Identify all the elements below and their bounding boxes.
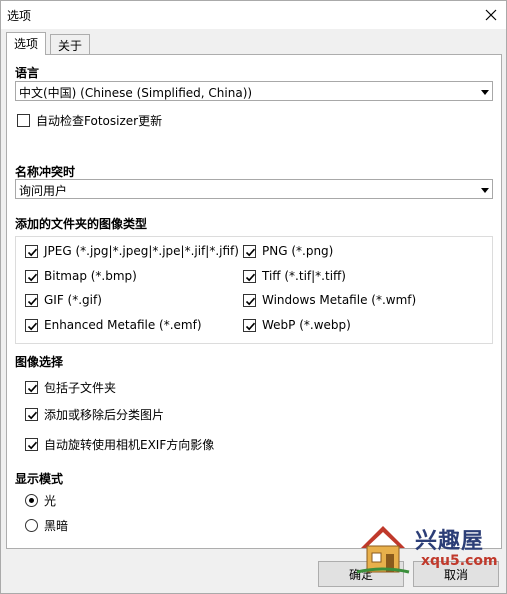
checkbox-box: [243, 293, 256, 307]
options-dialog: 选项 选项 关于 语言 中文(中国) (Chinese (Simplified,…: [0, 0, 507, 594]
house-logo-icon: [356, 526, 410, 574]
radio-circle: [25, 519, 38, 532]
name-conflict-selected: 询问用户: [19, 184, 68, 198]
close-icon: [485, 9, 497, 21]
chevron-down-icon: [479, 87, 490, 97]
checkmark-icon: [27, 297, 38, 305]
image-types-label: 添加的文件夹的图像类型: [15, 217, 148, 231]
image-type-label: PNG (*.png): [262, 244, 334, 258]
sort-after-add-label: 添加或移除后分类图片: [44, 408, 165, 422]
chevron-down-icon: [479, 185, 490, 195]
image-type-wmf-checkbox[interactable]: Windows Metafile (*.wmf): [243, 293, 416, 307]
checkmark-icon: [27, 273, 38, 281]
auto-rotate-exif-checkbox[interactable]: 自动旋转使用相机EXIF方向影像: [25, 436, 214, 453]
watermark-site: xqu5.com: [421, 553, 498, 569]
checkbox-box: [25, 408, 38, 421]
watermark-brand: 兴趣屋: [415, 529, 485, 554]
checkmark-icon: [245, 248, 256, 256]
checkbox-box: [25, 293, 38, 307]
image-type-label: GIF (*.gif): [44, 293, 102, 307]
checkmark-icon: [245, 297, 256, 305]
language-selected: 中文(中国) (Chinese (Simplified, China)): [19, 86, 253, 100]
display-mode-dark-radio[interactable]: 黑暗: [25, 517, 68, 534]
image-type-emf-checkbox[interactable]: Enhanced Metafile (*.emf): [25, 318, 202, 332]
checkmark-icon: [245, 322, 256, 330]
language-dropdown[interactable]: 中文(中国) (Chinese (Simplified, China)): [15, 81, 493, 101]
image-type-label: JPEG (*.jpg|*.jpeg|*.jpe|*.jif|*.jfif): [44, 244, 239, 258]
name-conflict-dropdown[interactable]: 询问用户: [15, 179, 493, 199]
image-type-tiff-checkbox[interactable]: Tiff (*.tif|*.tiff): [243, 269, 346, 283]
auto-check-updates-label: 自动检查Fotosizer更新: [36, 114, 163, 128]
image-type-webp-checkbox[interactable]: WebP (*.webp): [243, 318, 351, 332]
title-bar: 选项: [1, 1, 506, 29]
checkbox-box: [25, 318, 38, 332]
checkmark-icon: [27, 441, 38, 450]
checkmark-icon: [27, 248, 38, 256]
image-type-label: WebP (*.webp): [262, 318, 351, 332]
image-type-label: Bitmap (*.bmp): [44, 269, 137, 283]
tab-about[interactable]: 关于: [50, 34, 91, 54]
close-button[interactable]: [476, 1, 506, 29]
checkbox-box: [25, 381, 38, 394]
auto-rotate-exif-label: 自动旋转使用相机EXIF方向影像: [44, 438, 215, 452]
image-type-bitmap-checkbox[interactable]: Bitmap (*.bmp): [25, 269, 137, 283]
image-type-png-checkbox[interactable]: PNG (*.png): [243, 244, 333, 258]
tab-options[interactable]: 选项: [6, 32, 47, 55]
checkbox-box: [25, 269, 38, 283]
checkbox-box: [243, 269, 256, 283]
checkbox-box: [25, 244, 38, 258]
checkbox-box: [243, 318, 256, 332]
include-subfolders-checkbox[interactable]: 包括子文件夹: [25, 379, 116, 396]
tab-about-label: 关于: [58, 39, 83, 53]
auto-check-updates-checkbox[interactable]: 自动检查Fotosizer更新: [17, 112, 162, 129]
sort-after-add-checkbox[interactable]: 添加或移除后分类图片: [25, 406, 164, 423]
display-mode-dark-label: 黑暗: [44, 519, 69, 533]
checkmark-icon: [27, 384, 38, 393]
image-type-label: Enhanced Metafile (*.emf): [44, 318, 202, 332]
checkmark-icon: [245, 273, 256, 281]
options-panel: 语言 中文(中国) (Chinese (Simplified, China)) …: [6, 54, 502, 549]
image-type-jpeg-checkbox[interactable]: JPEG (*.jpg|*.jpeg|*.jpe|*.jif|*.jfif): [25, 244, 239, 258]
display-mode-label: 显示模式: [15, 472, 64, 486]
image-selection-label: 图像选择: [15, 355, 64, 369]
checkbox-box: [243, 244, 256, 258]
window-title: 选项: [7, 9, 32, 23]
image-type-gif-checkbox[interactable]: GIF (*.gif): [25, 293, 102, 307]
site-watermark: 兴趣屋 xqu5.com: [353, 520, 498, 582]
name-conflict-label: 名称冲突时: [15, 165, 76, 179]
image-type-label: Tiff (*.tif|*.tiff): [262, 269, 346, 283]
tab-options-label: 选项: [14, 37, 39, 51]
radio-selected-dot: [29, 498, 34, 503]
display-mode-light-label: 光: [44, 494, 57, 508]
checkbox-box: [25, 438, 38, 451]
image-types-group: JPEG (*.jpg|*.jpeg|*.jpe|*.jif|*.jfif) P…: [15, 236, 493, 344]
display-mode-light-radio[interactable]: 光: [25, 492, 56, 509]
checkmark-icon: [27, 322, 38, 330]
image-type-label: Windows Metafile (*.wmf): [262, 293, 417, 307]
language-label: 语言: [15, 66, 40, 80]
checkbox-box: [17, 114, 30, 127]
include-subfolders-label: 包括子文件夹: [44, 381, 117, 395]
radio-circle: [25, 494, 38, 507]
checkmark-icon: [27, 411, 38, 420]
